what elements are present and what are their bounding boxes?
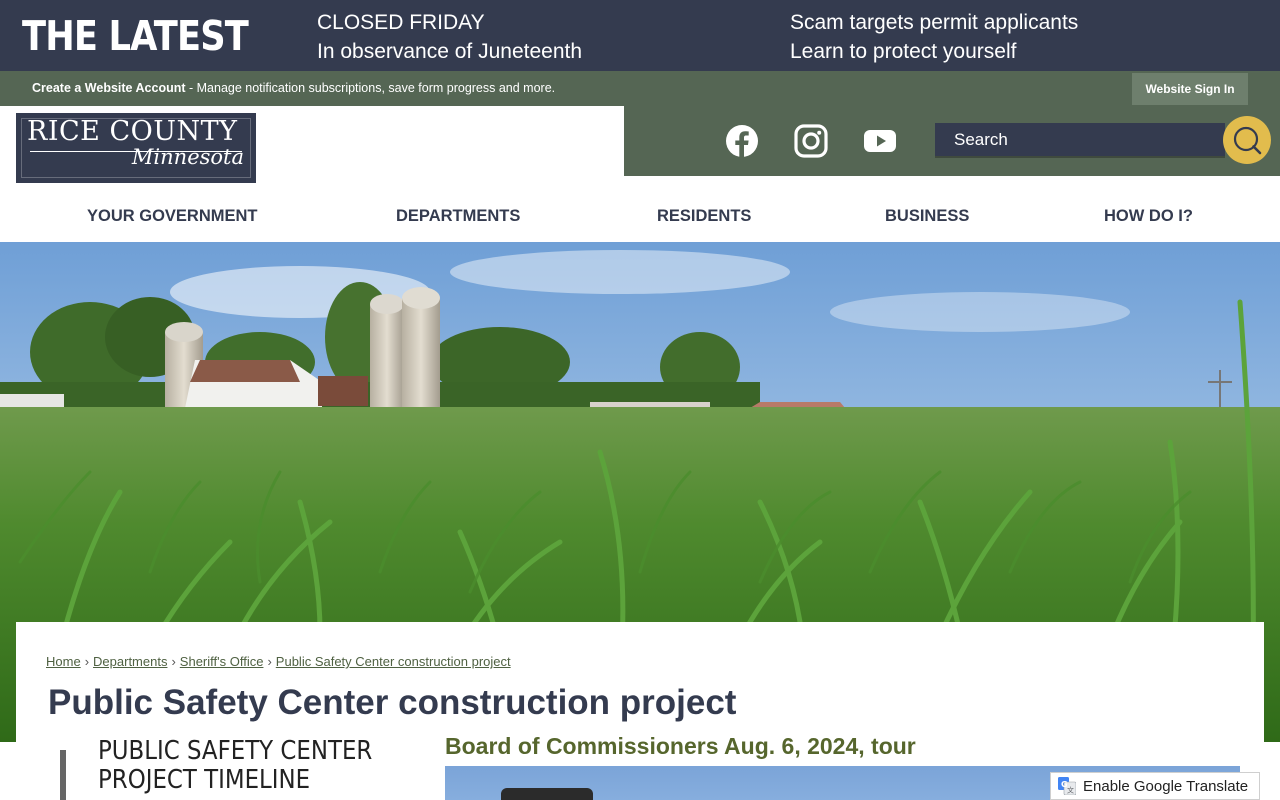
page-title: Public Safety Center construction projec… (48, 683, 737, 722)
account-description: - Manage notification subscriptions, sav… (185, 81, 556, 95)
timeline-title: PUBLIC SAFETY CENTER PROJECT TIMELINE (98, 737, 372, 795)
account-bar: Create a Website Account - Manage notifi… (0, 71, 1280, 106)
nav-how-do-i[interactable]: HOW DO I? (1104, 207, 1193, 226)
breadcrumb-departments[interactable]: Departments (93, 654, 167, 669)
timeline-accent-bar (60, 750, 66, 800)
instagram-icon[interactable] (794, 124, 828, 158)
utility-panel (624, 106, 1280, 176)
timeline-title-line: PROJECT TIMELINE (98, 765, 311, 795)
nav-business[interactable]: BUSINESS (885, 207, 969, 226)
main-navigation: YOUR GOVERNMENT DEPARTMENTS RESIDENTS BU… (0, 190, 1280, 242)
alert-item-title: Scam targets permit applicants (790, 11, 1079, 34)
search-input[interactable] (935, 123, 1225, 156)
nav-residents[interactable]: RESIDENTS (657, 207, 751, 226)
breadcrumb-home[interactable]: Home (46, 654, 81, 669)
svg-text:文: 文 (1067, 786, 1074, 795)
google-translate-label: Enable Google Translate (1083, 777, 1249, 795)
alert-item-scam[interactable]: Scam targets permit applicants Learn to … (790, 8, 1078, 66)
alert-item-closed-friday[interactable]: CLOSED FRIDAY In observance of Juneteent… (317, 8, 582, 66)
section-heading: Board of Commissioners Aug. 6, 2024, tou… (445, 733, 916, 759)
timeline-title-line: PUBLIC SAFETY CENTER (98, 736, 373, 766)
logo-title: RICE COUNTY (27, 116, 238, 147)
breadcrumb: Home › Departments › Sheriff's Office › Public… (46, 654, 511, 669)
create-account-link[interactable]: Create a Website Account (32, 81, 186, 95)
rice-county-logo[interactable]: RICE COUNTY Minnesota (16, 113, 256, 183)
search-icon (1233, 126, 1262, 155)
breadcrumb-separator: › (171, 654, 176, 669)
nav-your-government[interactable]: YOUR GOVERNMENT (87, 207, 258, 226)
google-translate-button[interactable]: G 文 Enable Google Translate (1050, 772, 1260, 800)
search-button[interactable] (1223, 116, 1271, 164)
alert-heading: THE LATEST (22, 12, 249, 60)
tour-photo-object (501, 788, 593, 800)
timeline-graphic[interactable]: PUBLIC SAFETY CENTER PROJECT TIMELINE (60, 737, 420, 800)
facebook-icon[interactable] (725, 124, 759, 158)
logo-subtitle: Minnesota (131, 145, 244, 169)
nav-departments[interactable]: DEPARTMENTS (396, 207, 520, 226)
breadcrumb-sheriffs-office[interactable]: Sheriff's Office (180, 654, 264, 669)
breadcrumb-separator: › (267, 654, 272, 669)
alert-item-subtitle: Learn to protect yourself (790, 40, 1017, 63)
youtube-icon[interactable] (863, 124, 897, 158)
account-message: Create a Website Account - Manage notifi… (32, 81, 555, 95)
search-box (935, 123, 1225, 158)
breadcrumb-separator: › (84, 654, 90, 669)
alert-item-subtitle: In observance of Juneteenth (317, 40, 583, 63)
google-translate-icon: G 文 (1058, 777, 1076, 795)
breadcrumb-current-page[interactable]: Public Safety Center construction projec… (276, 654, 511, 669)
alert-item-title: CLOSED FRIDAY (317, 11, 485, 34)
website-sign-in-button[interactable]: Website Sign In (1132, 73, 1248, 105)
alert-bar: THE LATEST CLOSED FRIDAY In observance o… (0, 0, 1280, 71)
